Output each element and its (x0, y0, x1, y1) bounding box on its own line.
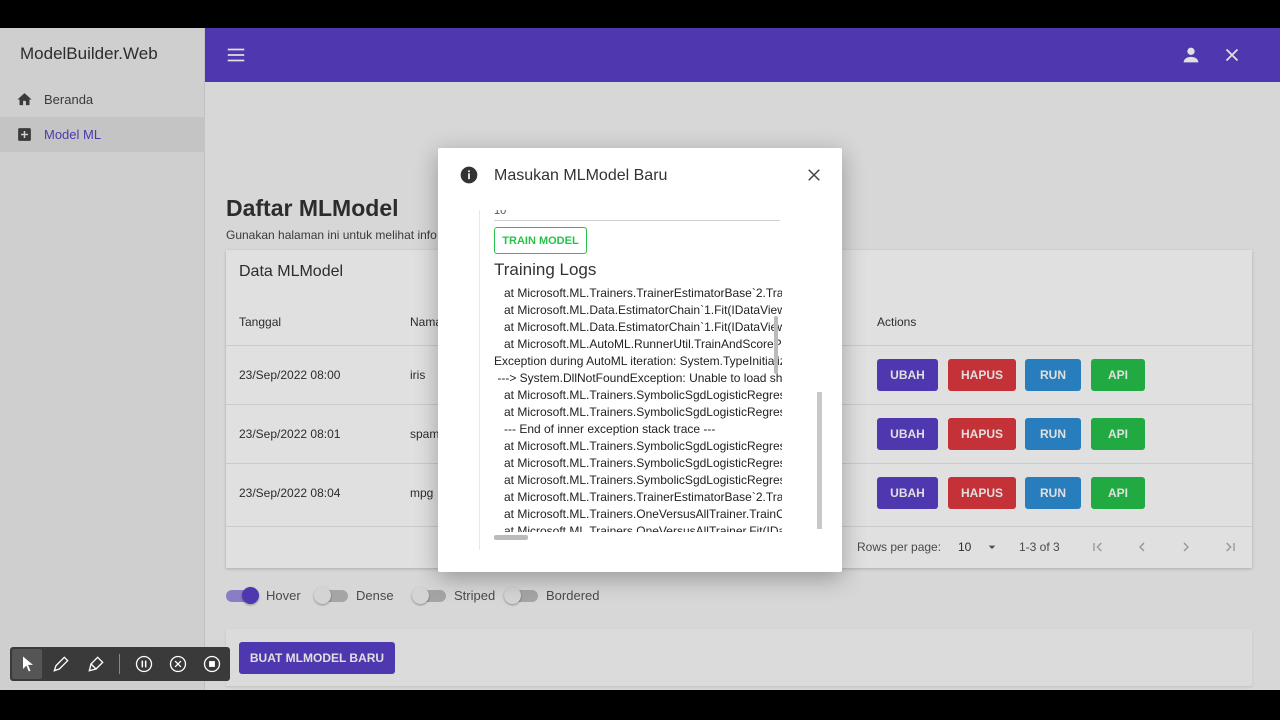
log-line: at Microsoft.ML.Trainers.SymbolicSgdLogi… (494, 405, 782, 419)
previous-input-field[interactable]: 10 (494, 210, 780, 221)
app-screen: ModelBuilder.Web Beranda Model ML Daftar… (0, 28, 1280, 690)
train-model-button[interactable]: TRAIN MODEL (494, 227, 587, 254)
close-icon[interactable] (805, 166, 823, 184)
log-line: at Microsoft.ML.Trainers.OneVersusAllTra… (504, 524, 782, 532)
training-logs-title: Training Logs (494, 260, 597, 279)
brush-icon[interactable] (86, 654, 106, 674)
toolbar-separator (119, 654, 120, 674)
log-line: at Microsoft.ML.Data.EstimatorChain`1.Fi… (504, 303, 782, 317)
log-line: at Microsoft.ML.Data.EstimatorChain`1.Fi… (504, 320, 782, 334)
log-line: at Microsoft.ML.AutoML.RunnerUtil.TrainA… (504, 337, 782, 351)
cancel-icon[interactable] (168, 654, 188, 674)
log-line: at Microsoft.ML.Trainers.SymbolicSgdLogi… (494, 456, 782, 470)
logs-horizontal-scrollbar[interactable] (494, 535, 528, 540)
log-line: at Microsoft.ML.Trainers.SymbolicSgdLogi… (494, 388, 782, 402)
log-line: ---> System.DllNotFoundException: Unable… (497, 371, 782, 385)
modal-backdrop[interactable]: Masukan MLModel Baru 10 TRAIN MODEL Trai… (0, 28, 1280, 690)
log-line: at Microsoft.ML.Trainers.SymbolicSgdLogi… (494, 439, 782, 453)
pencil-icon[interactable] (51, 654, 71, 674)
log-line: at Microsoft.ML.Trainers.TrainerEstimato… (504, 286, 782, 300)
dialog-title: Masukan MLModel Baru (494, 167, 668, 184)
recording-toolbar (10, 647, 230, 681)
dialog-body[interactable]: 10 TRAIN MODEL Training Logs at Microsof… (479, 210, 833, 550)
log-line: --- End of inner exception stack trace -… (494, 422, 716, 436)
log-line: at Microsoft.ML.Trainers.TrainerEstimato… (504, 490, 782, 504)
new-mlmodel-dialog: Masukan MLModel Baru 10 TRAIN MODEL Trai… (438, 148, 842, 572)
logs-vertical-scrollbar[interactable] (774, 316, 778, 374)
pause-icon[interactable] (134, 654, 154, 674)
log-line: at Microsoft.ML.Trainers.OneVersusAllTra… (494, 507, 782, 521)
pointer-icon[interactable] (18, 654, 38, 674)
stop-icon[interactable] (202, 654, 222, 674)
training-logs-box[interactable]: at Microsoft.ML.Trainers.TrainerEstimato… (494, 284, 782, 532)
log-line: at Microsoft.ML.Trainers.SymbolicSgdLogi… (494, 473, 782, 487)
log-line: Exception during AutoML iteration: Syste… (494, 354, 782, 368)
info-icon (460, 166, 478, 184)
dialog-vertical-scrollbar[interactable] (817, 392, 822, 529)
